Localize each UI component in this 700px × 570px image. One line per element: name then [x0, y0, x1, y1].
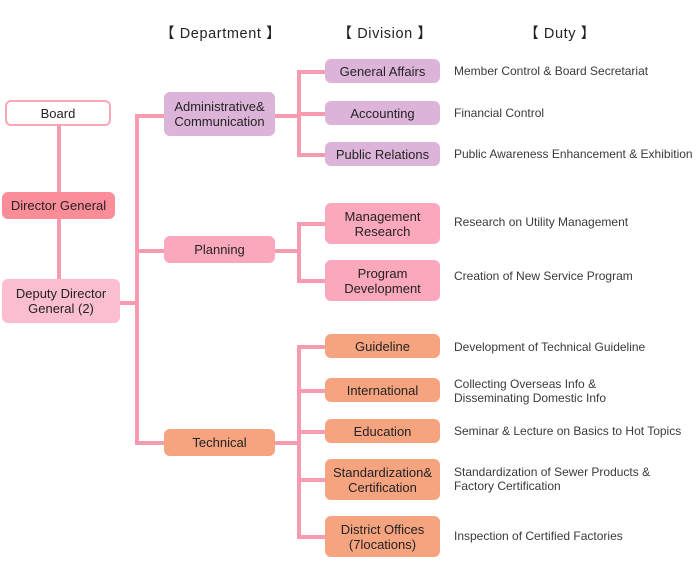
division-spine-technical — [297, 345, 301, 537]
duty-standardization-certification: Standardization of Sewer Products & Fact… — [454, 465, 651, 493]
box-department-administrative-communication-label: Administrative& Communication — [174, 99, 265, 129]
box-division-program-development[interactable]: Program Development — [325, 260, 440, 301]
box-division-general-affairs-label: General Affairs — [339, 63, 426, 79]
box-division-international-label: International — [346, 382, 419, 398]
connector-spine-to-education — [297, 430, 325, 434]
box-division-public-relations-label: Public Relations — [335, 146, 430, 162]
box-department-planning[interactable]: Planning — [164, 236, 275, 263]
box-department-technical[interactable]: Technical — [164, 429, 275, 456]
connector-trunk-to-technical — [135, 441, 165, 445]
box-board-label: Board — [40, 105, 76, 121]
box-division-standardization-certification-label: Standardization& Certification — [332, 464, 432, 495]
box-division-general-affairs[interactable]: General Affairs — [325, 59, 440, 83]
box-division-program-development-label: Program Development — [344, 265, 421, 296]
box-division-education[interactable]: Education — [325, 419, 440, 443]
connector-spine-to-management-research — [297, 222, 325, 226]
box-division-management-research-label: Management Research — [344, 208, 421, 239]
box-director-general-label: Director General — [10, 198, 107, 213]
connector-spine-to-general-affairs — [297, 70, 325, 74]
box-board[interactable]: Board — [5, 100, 111, 126]
duty-management-research: Research on Utility Management — [454, 215, 629, 229]
duty-accounting: Financial Control — [454, 106, 545, 120]
duty-public-relations: Public Awareness Enhancement & Exhibitio… — [454, 147, 693, 161]
box-division-public-relations[interactable]: Public Relations — [325, 142, 440, 166]
connector-trunk-to-planning — [135, 249, 165, 253]
connector-spine-to-accounting — [297, 112, 325, 116]
duty-general-affairs: Member Control & Board Secretariat — [454, 64, 649, 78]
box-department-technical-label: Technical — [192, 435, 247, 450]
box-division-guideline-label: Guideline — [355, 338, 410, 354]
box-division-standardization-certification[interactable]: Standardization& Certification — [325, 459, 440, 500]
connector-spine-to-program-development — [297, 279, 325, 283]
box-department-planning-label: Planning — [194, 242, 245, 257]
box-division-management-research[interactable]: Management Research — [325, 203, 440, 244]
column-header-duty: 【 Duty 】 — [524, 26, 596, 42]
box-division-accounting[interactable]: Accounting — [325, 101, 440, 125]
connector-spine-to-standardization — [297, 478, 325, 482]
column-header-department: 【 Department 】 — [160, 26, 282, 42]
duty-international: Collecting Overseas Info & Disseminating… — [454, 377, 607, 405]
connector-board-to-director — [57, 124, 61, 192]
duty-education: Seminar & Lecture on Basics to Hot Topic… — [454, 424, 682, 438]
connector-director-to-deputy — [57, 217, 61, 280]
division-spine-planning — [297, 222, 301, 283]
box-division-international[interactable]: International — [325, 378, 440, 402]
box-department-administrative-communication[interactable]: Administrative& Communication — [164, 92, 275, 136]
duty-district-offices: Inspection of Certified Factories — [454, 529, 623, 543]
box-deputy-director-general-label: Deputy Director General (2) — [15, 286, 107, 316]
connector-spine-to-district-offices — [297, 535, 325, 539]
duty-program-development: Creation of New Service Program — [454, 269, 633, 283]
connector-spine-to-public-relations — [297, 153, 325, 157]
box-division-guideline[interactable]: Guideline — [325, 334, 440, 358]
box-deputy-director-general[interactable]: Deputy Director General (2) — [2, 279, 120, 323]
box-director-general[interactable]: Director General — [2, 192, 115, 219]
org-chart: 【 Department 】 【 Division 】 【 Duty 】 Boa… — [0, 0, 700, 570]
connector-trunk-to-administrative — [135, 114, 165, 118]
connector-spine-to-guideline — [297, 345, 325, 349]
box-division-education-label: Education — [353, 423, 412, 439]
column-header-division: 【 Division 】 — [337, 26, 433, 42]
box-division-accounting-label: Accounting — [350, 105, 415, 121]
connector-spine-to-international — [297, 389, 325, 393]
department-trunk — [135, 114, 139, 445]
duty-guideline: Development of Technical Guideline — [454, 340, 646, 354]
box-division-district-offices[interactable]: District Offices (7locations) — [325, 516, 440, 557]
box-division-district-offices-label: District Offices (7locations) — [340, 521, 425, 552]
